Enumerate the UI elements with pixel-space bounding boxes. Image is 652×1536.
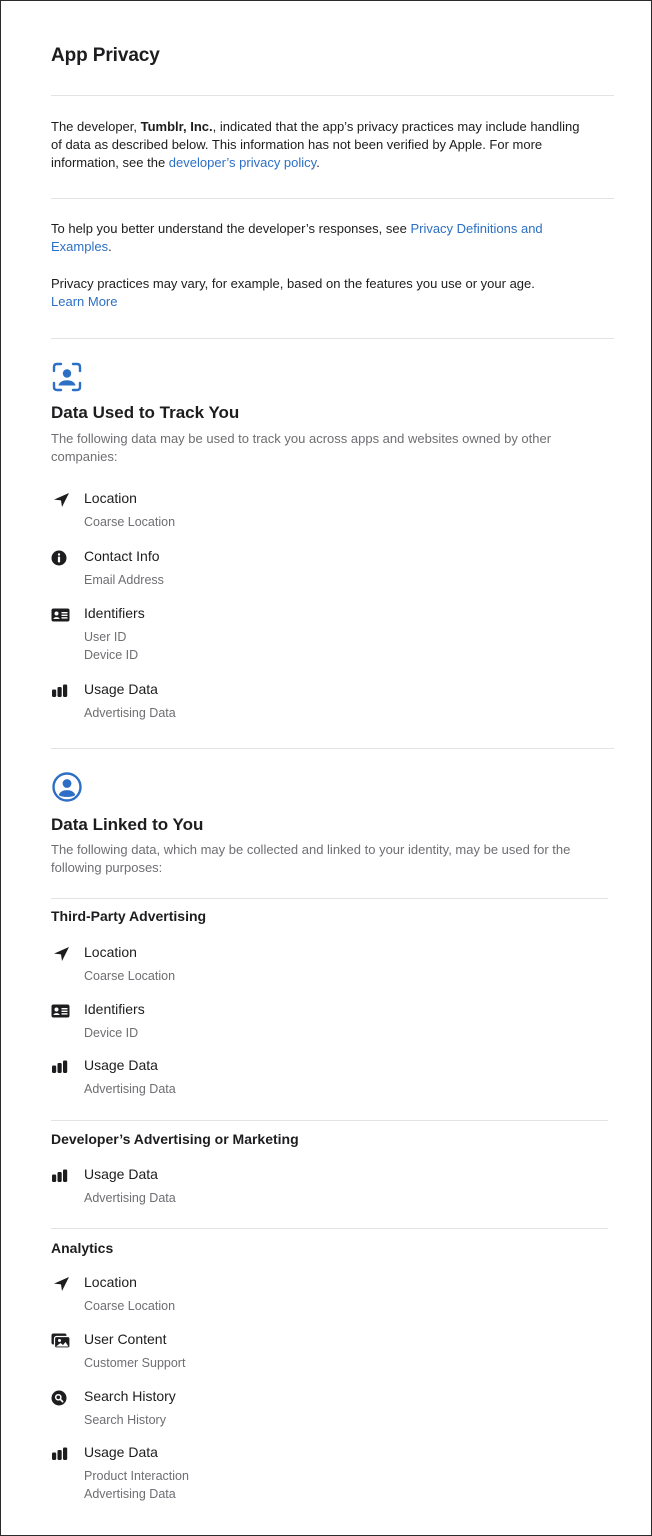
data-type-detail: Email Address bbox=[84, 573, 164, 587]
intro-text: information, see the bbox=[51, 155, 169, 170]
data-type-detail: Customer Support bbox=[84, 1356, 186, 1370]
divider bbox=[51, 1228, 608, 1229]
data-type-label: Search History bbox=[84, 1388, 176, 1404]
location-arrow-icon bbox=[51, 492, 71, 508]
intro-text: of data as described below. This informa… bbox=[51, 137, 543, 152]
description-text: The following data may be used to track … bbox=[51, 431, 552, 446]
bar-chart-icon bbox=[51, 1446, 71, 1462]
linked-section-description: The following data, which may be collect… bbox=[51, 841, 614, 877]
data-type-detail: Device ID bbox=[84, 1026, 139, 1040]
data-type-label: Identifiers bbox=[84, 605, 145, 621]
intro-paragraph: The developer, Tumblr, Inc., indicated t… bbox=[51, 118, 614, 172]
divider bbox=[51, 1120, 608, 1121]
purpose-heading-third-party-advertising: Third-Party Advertising bbox=[51, 908, 207, 924]
intro-text: The developer, bbox=[51, 119, 141, 134]
description-text: following purposes: bbox=[51, 860, 163, 875]
privacy-definitions-link[interactable]: Privacy Definitions and bbox=[410, 221, 542, 236]
bar-chart-icon bbox=[51, 1168, 71, 1184]
data-type-detail: Advertising Data bbox=[84, 1487, 176, 1501]
data-type-detail: Product Interaction bbox=[84, 1469, 189, 1483]
vary-text: Privacy practices may vary, for example,… bbox=[51, 276, 535, 291]
divider bbox=[51, 95, 614, 96]
description-text: companies: bbox=[51, 449, 118, 464]
location-arrow-icon bbox=[51, 946, 71, 962]
description-text: The following data, which may be collect… bbox=[51, 842, 571, 857]
divider bbox=[51, 338, 614, 339]
data-type-detail: Advertising Data bbox=[84, 1082, 176, 1096]
divider bbox=[51, 748, 614, 749]
data-type-label: Identifiers bbox=[84, 1001, 145, 1017]
tracking-face-scan-icon bbox=[52, 362, 82, 392]
search-circle-icon bbox=[51, 1390, 71, 1406]
definitions-text: . bbox=[108, 239, 112, 254]
divider bbox=[51, 198, 614, 199]
data-type-label: Usage Data bbox=[84, 1444, 158, 1460]
id-card-icon bbox=[51, 607, 71, 623]
app-privacy-page: App Privacy The developer, Tumblr, Inc.,… bbox=[0, 0, 652, 1536]
person-circle-icon bbox=[52, 772, 82, 802]
id-card-icon bbox=[51, 1003, 71, 1019]
intro-text: , indicated that the app’s privacy pract… bbox=[212, 119, 580, 134]
definitions-paragraph: To help you better understand the develo… bbox=[51, 220, 614, 256]
bar-chart-icon bbox=[51, 683, 71, 699]
learn-more-link[interactable]: Learn More bbox=[51, 294, 117, 309]
data-type-label: Location bbox=[84, 490, 137, 506]
location-arrow-icon bbox=[51, 1276, 71, 1292]
definitions-text: To help you better understand the develo… bbox=[51, 221, 411, 236]
data-type-label: Location bbox=[84, 1274, 137, 1290]
developer-name: Tumblr, Inc. bbox=[140, 119, 213, 134]
data-type-detail: Advertising Data bbox=[84, 1191, 176, 1205]
data-type-label: User Content bbox=[84, 1331, 167, 1347]
info-circle-icon bbox=[51, 550, 71, 566]
data-type-detail: Coarse Location bbox=[84, 515, 176, 529]
intro-text: . bbox=[316, 155, 320, 170]
vary-paragraph: Privacy practices may vary, for example,… bbox=[51, 275, 614, 311]
page-title: App Privacy bbox=[51, 45, 160, 66]
privacy-definitions-link[interactable]: Examples bbox=[51, 239, 108, 254]
tracking-section-description: The following data may be used to track … bbox=[51, 430, 614, 466]
data-type-label: Location bbox=[84, 944, 137, 960]
purpose-heading-developers-advertising: Developer’s Advertising or Marketing bbox=[51, 1131, 299, 1147]
purpose-heading-analytics: Analytics bbox=[51, 1240, 114, 1256]
data-type-label: Usage Data bbox=[84, 1166, 158, 1182]
data-type-detail: Device ID bbox=[84, 648, 139, 662]
data-type-label: Contact Info bbox=[84, 548, 160, 564]
data-type-detail: Coarse Location bbox=[84, 969, 176, 983]
divider bbox=[51, 898, 608, 899]
data-type-detail: Search History bbox=[84, 1413, 166, 1427]
data-type-detail: Coarse Location bbox=[84, 1299, 176, 1313]
linked-section-title: Data Linked to You bbox=[51, 815, 204, 834]
data-type-label: Usage Data bbox=[84, 681, 158, 697]
tracking-section-title: Data Used to Track You bbox=[51, 403, 240, 422]
developer-privacy-policy-link[interactable]: developer’s privacy policy bbox=[169, 155, 316, 170]
data-type-label: Usage Data bbox=[84, 1057, 158, 1073]
photos-icon bbox=[51, 1333, 71, 1349]
bar-chart-icon bbox=[51, 1059, 71, 1075]
data-type-detail: User ID bbox=[84, 630, 127, 644]
data-type-detail: Advertising Data bbox=[84, 706, 176, 720]
